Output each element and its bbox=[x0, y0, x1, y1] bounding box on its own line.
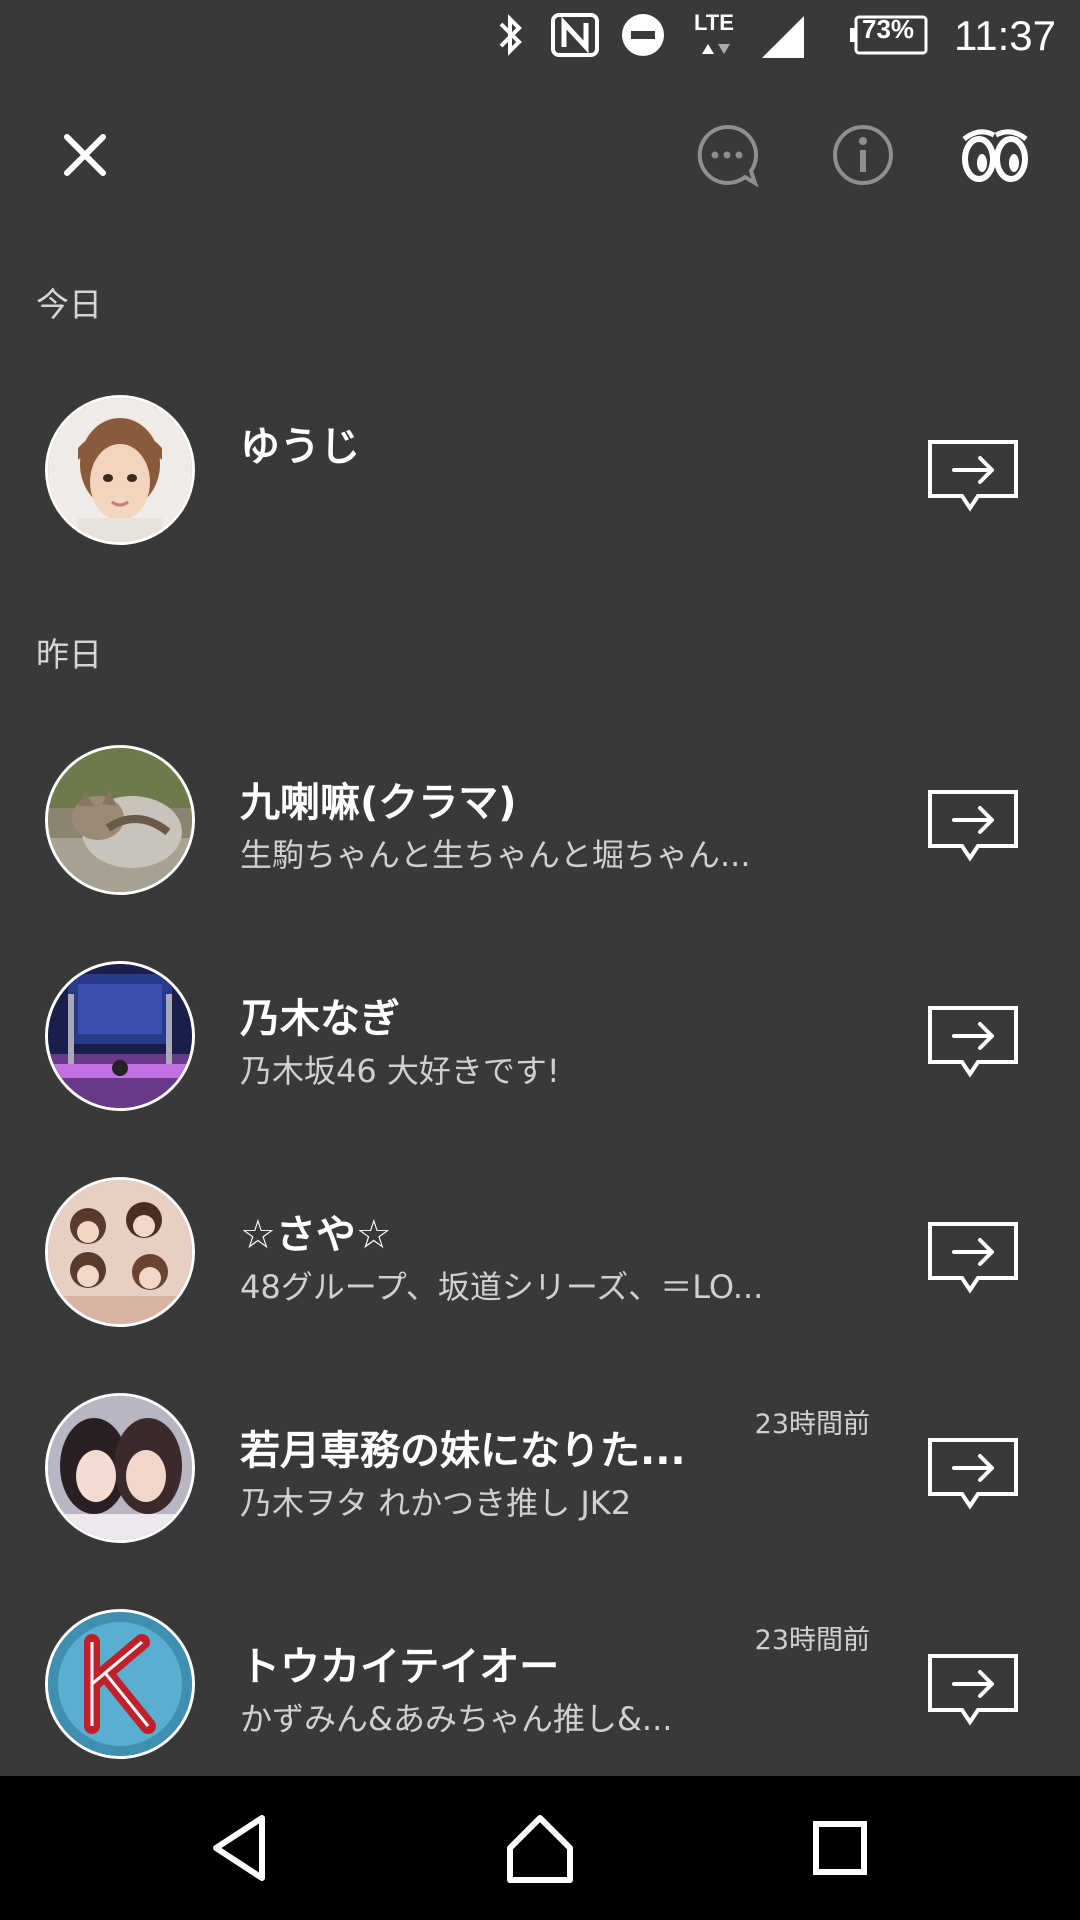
row-status: 48グループ、坂道シリーズ、＝LO... bbox=[240, 1268, 764, 1306]
screen: LTE 73% 11:37 今日 ゆうじ 昨日 九喇嘛(クラマ) 生駒ちゃんと生… bbox=[0, 0, 1080, 1920]
share-button[interactable] bbox=[926, 1220, 1022, 1300]
battery-percentage: 73% bbox=[862, 14, 915, 44]
row-name: ゆうじ bbox=[240, 424, 360, 470]
avatar bbox=[48, 748, 192, 892]
info-button[interactable] bbox=[818, 100, 908, 210]
share-arrow-icon bbox=[928, 790, 1018, 862]
info-icon bbox=[833, 125, 893, 185]
close-icon bbox=[64, 134, 106, 176]
nfc-icon bbox=[550, 12, 600, 62]
toolbar bbox=[0, 100, 1080, 210]
eyes-button[interactable] bbox=[950, 100, 1040, 210]
status-bar: LTE 73% 11:37 bbox=[0, 0, 1080, 72]
list-item[interactable]: ゆうじ bbox=[0, 370, 1080, 570]
row-name: 若月専務の妹になりた... bbox=[240, 1428, 686, 1474]
row-name: トウカイテイオー bbox=[240, 1644, 560, 1690]
list-item[interactable]: ☆さや☆ 48グループ、坂道シリーズ、＝LO... bbox=[0, 1152, 1080, 1352]
recents-button[interactable] bbox=[800, 1808, 880, 1888]
avatar bbox=[48, 964, 192, 1108]
bluetooth-icon bbox=[494, 12, 528, 62]
share-button[interactable] bbox=[926, 1004, 1022, 1084]
back-button[interactable] bbox=[200, 1808, 280, 1888]
section-label-yesterday: 昨日 bbox=[36, 635, 102, 674]
row-name: 九喇嘛(クラマ) bbox=[240, 780, 517, 826]
navigation-bar bbox=[0, 1776, 1080, 1920]
row-timestamp: 23時間前 bbox=[754, 1409, 870, 1440]
status-time: 11:37 bbox=[954, 12, 1056, 59]
section-label-today: 今日 bbox=[36, 285, 102, 324]
home-icon bbox=[507, 1815, 573, 1883]
share-arrow-icon bbox=[928, 1222, 1018, 1294]
lte-icon: LTE bbox=[690, 6, 742, 66]
list-item[interactable]: 乃木なぎ 乃木坂46 大好きです! bbox=[0, 936, 1080, 1136]
home-button[interactable] bbox=[500, 1808, 580, 1888]
share-arrow-icon bbox=[928, 1006, 1018, 1078]
share-arrow-icon bbox=[928, 1654, 1018, 1726]
lte-text: LTE bbox=[694, 10, 734, 35]
chat-button[interactable] bbox=[682, 100, 772, 210]
list-item[interactable]: トウカイテイオー かずみん&あみちゃん推し&... 23時間前 bbox=[0, 1584, 1080, 1784]
recents-icon bbox=[813, 1821, 867, 1875]
share-arrow-icon bbox=[928, 440, 1018, 512]
avatar bbox=[48, 1612, 192, 1756]
share-button[interactable] bbox=[926, 788, 1022, 868]
avatar bbox=[48, 1180, 192, 1324]
back-icon bbox=[213, 1815, 265, 1881]
list-item[interactable]: 若月専務の妹になりた... 乃木ヲタ れかつき推し JK2 23時間前 bbox=[0, 1368, 1080, 1568]
avatar bbox=[48, 1396, 192, 1540]
signal-icon bbox=[758, 12, 808, 64]
share-button[interactable] bbox=[926, 438, 1022, 518]
share-button[interactable] bbox=[926, 1436, 1022, 1516]
row-name: 乃木なぎ bbox=[240, 996, 400, 1042]
do-not-disturb-icon bbox=[620, 12, 666, 62]
row-status: 乃木ヲタ れかつき推し JK2 bbox=[240, 1484, 632, 1522]
row-status: 生駒ちゃんと生ちゃんと堀ちゃん... bbox=[240, 836, 751, 874]
row-status: かずみん&あみちゃん推し&... bbox=[240, 1700, 673, 1738]
eyes-icon bbox=[962, 129, 1028, 182]
row-status: 乃木坂46 大好きです! bbox=[240, 1052, 560, 1090]
avatar bbox=[48, 398, 192, 542]
row-name: ☆さや☆ bbox=[240, 1212, 392, 1258]
share-arrow-icon bbox=[928, 1438, 1018, 1510]
list-item[interactable]: 九喇嘛(クラマ) 生駒ちゃんと生ちゃんと堀ちゃん... bbox=[0, 720, 1080, 920]
chat-bubble-icon bbox=[697, 124, 759, 187]
close-button[interactable] bbox=[40, 100, 130, 210]
row-timestamp: 23時間前 bbox=[754, 1625, 870, 1656]
share-button[interactable] bbox=[926, 1652, 1022, 1732]
